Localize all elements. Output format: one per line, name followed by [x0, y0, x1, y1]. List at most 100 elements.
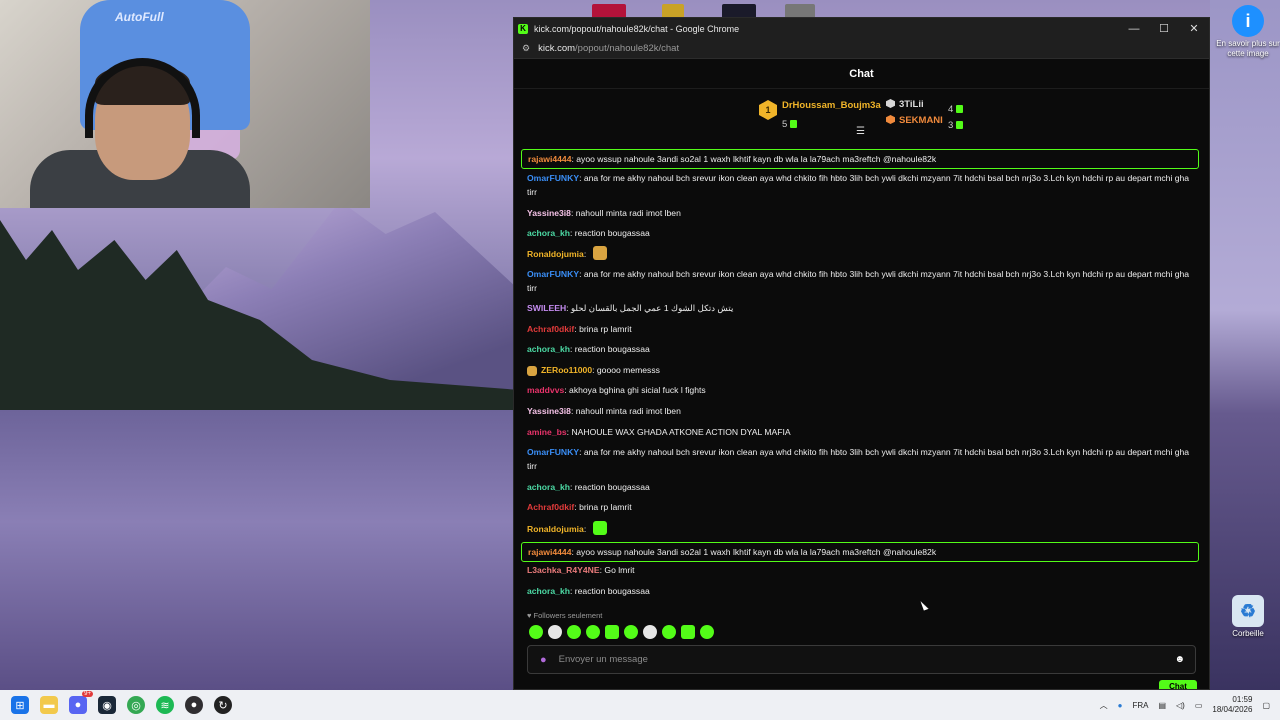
chat-username[interactable]: achora_kh — [527, 482, 570, 492]
obs-icon[interactable]: ● — [185, 696, 203, 714]
rank-2-badge-icon — [886, 99, 895, 108]
chat-title: Chat — [849, 67, 874, 80]
chat-username[interactable]: rajawi4444 — [528, 154, 571, 164]
leaderboard-entry-2[interactable]: 3TiLii — [886, 99, 924, 110]
chat-message: OmarFUNKY: ana for me akhy nahoul bch sr… — [527, 171, 1197, 199]
discord-icon[interactable]: ● 9+ — [69, 691, 93, 714]
chat-username[interactable]: rajawi4444 — [528, 547, 571, 557]
chat-message-text: ana for me akhy nahoul bch srevur ikon c… — [527, 447, 1190, 471]
emote-button[interactable] — [681, 625, 695, 639]
windows-start-icon[interactable]: ⊞ — [11, 696, 29, 714]
emote-button[interactable] — [643, 625, 657, 639]
recycle-bin-desktop-icon[interactable]: ♻ Corbeille — [1213, 595, 1280, 639]
chat-message-text: reaction bougassaa — [574, 586, 650, 596]
rank-1-badge-icon: 1 — [759, 100, 777, 120]
leaderboard-name-1[interactable]: DrHoussam_Boujm3a — [782, 100, 881, 111]
chat-username[interactable]: Ronaldojumia — [527, 524, 584, 534]
gift-icon — [956, 105, 964, 113]
chat-message-text: brina rp lamrit — [579, 324, 632, 334]
chat-username[interactable]: ZERoo11000 — [541, 365, 592, 375]
address-bar[interactable]: ⚙ kick.com/popout/nahoule82k/chat — [514, 39, 1209, 59]
chat-username[interactable]: Yassine3i8 — [527, 208, 571, 218]
system-tray: ︿ ● FRA ▤ ◁) ▭ 01:59 18/04/2026 ▢ — [1100, 690, 1270, 720]
chat-message-text: brina rp lamrit — [579, 502, 632, 512]
network-icon[interactable]: ▤ — [1158, 701, 1166, 710]
emote-button[interactable] — [548, 625, 562, 639]
webcam-feed: AutoFull — [0, 0, 370, 208]
emote-button[interactable] — [624, 625, 638, 639]
microphone-tray-icon[interactable]: ● — [1118, 701, 1123, 710]
chat-username[interactable]: amine_bs — [527, 427, 567, 437]
gift-leaderboard: 1 DrHoussam_Boujm3a 5 3TiLii 4 SEKMANI 3… — [514, 89, 1209, 137]
microphone-icon[interactable]: ● — [540, 654, 547, 666]
chat-message-text: reaction bougassaa — [574, 344, 650, 354]
chat-message-list[interactable]: rajawi4444: ayoo wssup nahoule 3andi so2… — [514, 146, 1209, 601]
battery-icon[interactable]: ▭ — [1195, 701, 1203, 710]
chat-message: Achraf0dkif: brina rp lamrit — [527, 500, 1197, 514]
language-indicator[interactable]: FRA — [1132, 701, 1148, 710]
chat-message: Achraf0dkif: brina rp lamrit — [527, 322, 1197, 336]
emote-button[interactable] — [567, 625, 581, 639]
tray-overflow-icon[interactable]: ︿ — [1100, 700, 1108, 711]
clock-date: 18/04/2026 — [1212, 705, 1253, 714]
chat-message-text: reaction bougassaa — [574, 228, 650, 238]
file-explorer-icon[interactable]: ▬ — [40, 696, 58, 714]
close-button[interactable]: ✕ — [1179, 22, 1209, 35]
emote-button[interactable] — [662, 625, 676, 639]
chat-message-text: goooo memesss — [596, 365, 660, 375]
chat-message: achora_kh: reaction bougassaa — [527, 584, 1197, 598]
chat-username[interactable]: OmarFUNKY — [527, 447, 579, 457]
chat-message-text: nahoull minta radi imot lben — [575, 208, 681, 218]
chat-username[interactable]: SWILEEH — [527, 303, 566, 313]
leaderboard-entry-3[interactable]: SEKMANI — [886, 115, 943, 126]
chat-message: rajawi4444: ayoo wssup nahoule 3andi so2… — [521, 542, 1199, 562]
notifications-icon[interactable]: ▢ — [1262, 701, 1270, 710]
message-input[interactable] — [558, 654, 1175, 665]
chat-message-text: akhoya bghina ghi sicial fuck l fights — [569, 385, 706, 395]
recycle-bin-icon: ♻ — [1232, 595, 1264, 627]
chat-message: achora_kh: reaction bougassaa — [527, 226, 1197, 240]
leaderboard-name-2: 3TiLii — [899, 99, 924, 110]
chat-message: achora_kh: reaction bougassaa — [527, 480, 1197, 494]
site-settings-icon[interactable]: ⚙ — [522, 43, 530, 54]
clock[interactable]: 01:59 18/04/2026 — [1212, 695, 1252, 715]
chrome-icon[interactable]: ◎ — [127, 696, 145, 714]
chat-username[interactable]: Achraf0dkif — [527, 324, 574, 334]
volume-icon[interactable]: ◁) — [1176, 701, 1185, 710]
chat-message-text: NAHOULE WAX GHADA ATKONE ACTION DYAL MAF… — [571, 427, 791, 437]
chat-username[interactable]: Yassine3i8 — [527, 406, 571, 416]
user-badge-icon — [527, 366, 537, 376]
chat-separator: : — [583, 249, 589, 259]
rank-3-badge-icon — [886, 115, 895, 124]
chat-username[interactable]: achora_kh — [527, 228, 570, 238]
leaderboard-name-3: SEKMANI — [899, 115, 943, 126]
emote-button[interactable] — [586, 625, 600, 639]
emote-button[interactable] — [529, 625, 543, 639]
chat-username[interactable]: Ronaldojumia — [527, 249, 584, 259]
chat-message: achora_kh: reaction bougassaa — [527, 342, 1197, 356]
chat-username[interactable]: OmarFUNKY — [527, 173, 579, 183]
spotify-icon[interactable]: ≋ — [156, 696, 174, 714]
chat-username[interactable]: achora_kh — [527, 586, 570, 596]
collapse-leaderboard-icon[interactable]: ☰ — [856, 126, 865, 137]
chat-username[interactable]: achora_kh — [527, 344, 570, 354]
wallpaper-lake — [0, 410, 520, 690]
chat-username[interactable]: OmarFUNKY — [527, 269, 579, 279]
steam-icon[interactable]: ◉ — [98, 696, 116, 714]
learn-more-desktop-icon[interactable]: i En savoir plus sur cette image — [1213, 5, 1280, 59]
message-input-box[interactable]: ● ☻ — [527, 645, 1196, 674]
emote-button[interactable] — [605, 625, 619, 639]
window-titlebar[interactable]: K kick.com/popout/nahoule82k/chat - Goog… — [514, 18, 1209, 39]
minimize-button[interactable]: — — [1119, 23, 1149, 35]
chat-message-text: Go lmrit — [604, 565, 635, 575]
chat-username[interactable]: Achraf0dkif — [527, 502, 574, 512]
maximize-button[interactable]: ☐ — [1149, 22, 1179, 35]
chat-message: Yassine3i8: nahoull minta radi imot lben — [527, 404, 1197, 418]
chat-message-text: ana for me akhy nahoul bch srevur ikon c… — [527, 173, 1190, 197]
chat-username[interactable]: L3achka_R4Y4NE — [527, 565, 600, 575]
chat-username[interactable]: maddvvs — [527, 385, 564, 395]
send-chat-button[interactable]: Chat — [1159, 680, 1197, 689]
emote-button[interactable] — [700, 625, 714, 639]
emoji-picker-icon[interactable]: ☻ — [1174, 654, 1185, 665]
app-icon[interactable]: ↻ — [214, 696, 232, 714]
